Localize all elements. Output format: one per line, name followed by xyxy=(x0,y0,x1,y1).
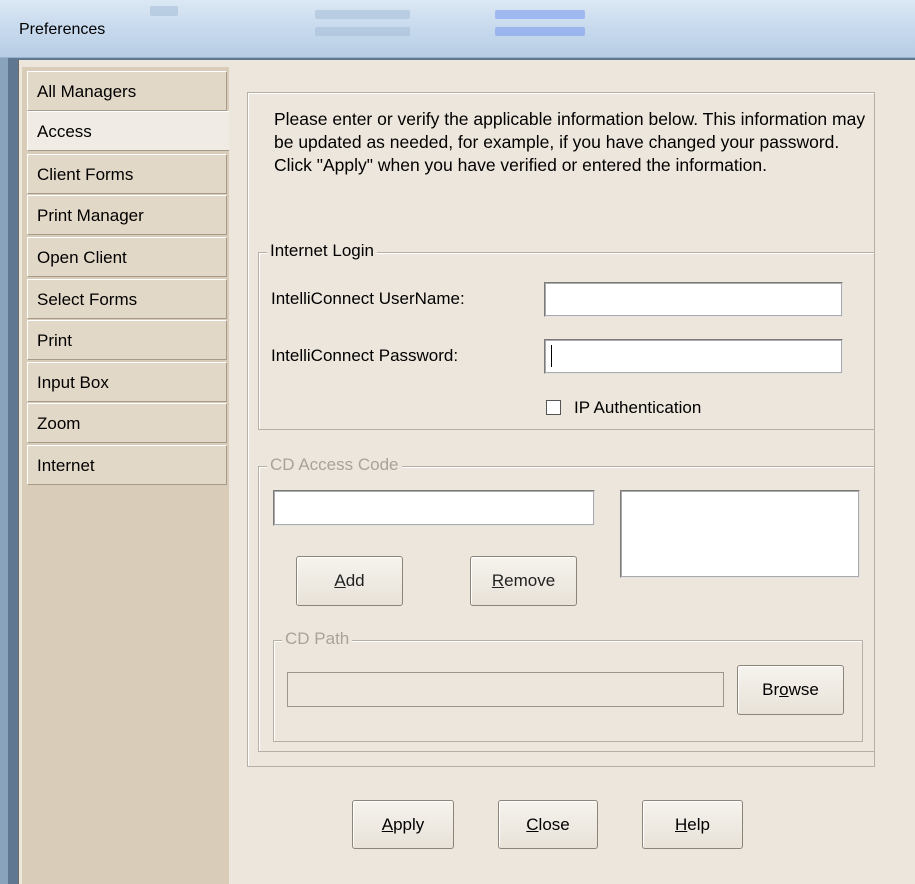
close-button[interactable]: Close xyxy=(498,800,598,849)
username-label: IntelliConnect UserName: xyxy=(271,289,465,308)
add-button[interactable]: Add xyxy=(296,556,403,606)
tab-client-forms[interactable]: Client Forms xyxy=(27,154,227,194)
ip-auth-label: IP Authentication xyxy=(574,398,702,417)
title-bar: Preferences xyxy=(0,0,915,58)
tab-all-managers[interactable]: All Managers xyxy=(27,71,227,111)
intro-text: Please enter or verify the applicable in… xyxy=(274,109,866,175)
cd-path-input[interactable] xyxy=(287,672,724,707)
cd-access-legend: CD Access Code xyxy=(267,455,402,475)
background-blur xyxy=(315,10,410,19)
apply-button[interactable]: Apply xyxy=(352,800,454,849)
background-blur xyxy=(315,27,410,36)
ip-auth-checkbox[interactable] xyxy=(546,400,561,415)
tab-access[interactable]: Access xyxy=(27,111,237,151)
tab-input-box[interactable]: Input Box xyxy=(27,362,227,402)
tab-print[interactable]: Print xyxy=(27,320,227,360)
tab-print-manager[interactable]: Print Manager xyxy=(27,195,227,235)
background-blur xyxy=(495,27,585,36)
window-title: Preferences xyxy=(19,21,106,38)
tab-select-forms[interactable]: Select Forms xyxy=(27,279,227,319)
tab-zoom[interactable]: Zoom xyxy=(27,403,227,443)
internet-login-legend: Internet Login xyxy=(267,241,377,261)
tab-open-client[interactable]: Open Client xyxy=(27,237,227,277)
text-caret xyxy=(551,345,552,367)
background-blur xyxy=(150,6,178,16)
password-label: IntelliConnect Password: xyxy=(271,346,459,365)
remove-button[interactable]: Remove xyxy=(470,556,577,606)
help-button[interactable]: Help xyxy=(642,800,743,849)
password-input[interactable] xyxy=(544,339,843,374)
username-input[interactable] xyxy=(544,282,843,317)
tab-internet[interactable]: Internet xyxy=(27,445,227,485)
cd-path-legend: CD Path xyxy=(282,629,353,649)
cd-code-input[interactable] xyxy=(273,490,595,526)
cd-code-list[interactable] xyxy=(620,490,860,578)
browse-button[interactable]: Browse xyxy=(737,665,844,715)
background-blur xyxy=(495,10,585,19)
